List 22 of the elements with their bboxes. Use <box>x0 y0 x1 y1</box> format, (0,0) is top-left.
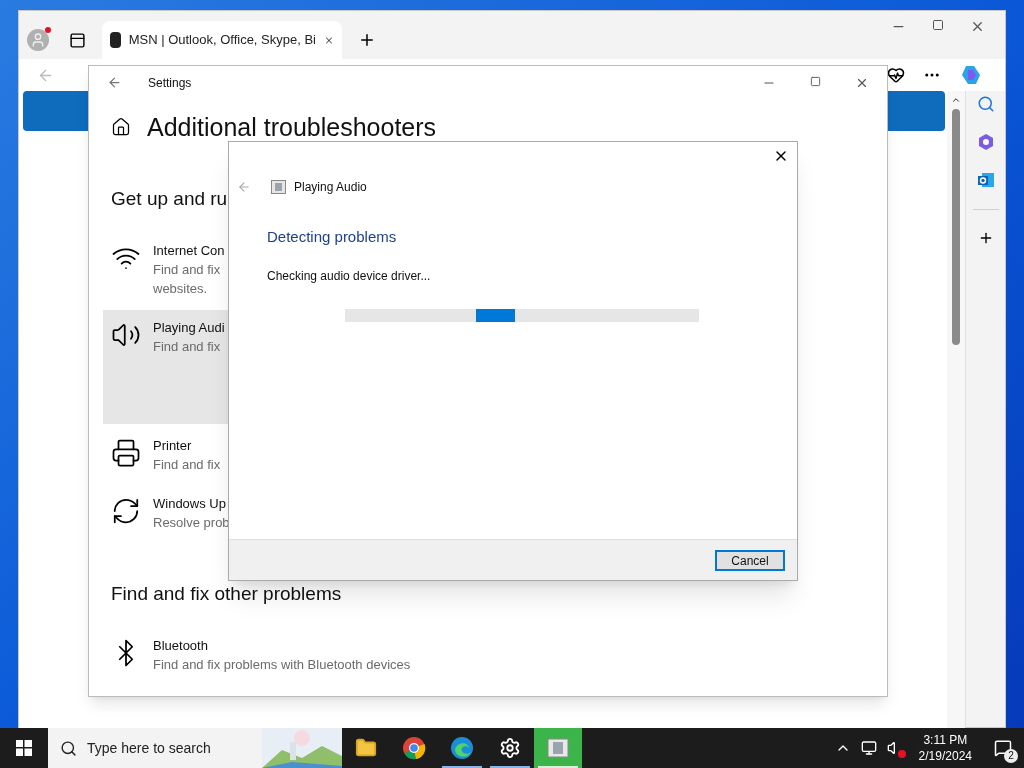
clock-date: 2/19/2024 <box>918 748 972 764</box>
item-description: websites. <box>153 280 209 298</box>
item-description: Find and fix problems with Bluetooth devices <box>153 656 411 674</box>
item-title: Playing Audi <box>153 319 225 337</box>
tab-title: MSN | Outlook, Office, Skype, Bi <box>128 31 316 50</box>
item-description: Find and fix <box>153 261 222 279</box>
clock-time: 3:11 PM <box>923 732 968 748</box>
notification-count: 2 <box>1004 749 1018 763</box>
status-text: Checking audio device driver... <box>267 267 432 285</box>
page-heading: Additional troubleshooters <box>147 113 437 141</box>
item-description: Find and fix <box>153 338 222 356</box>
dialog-heading: Detecting problems <box>267 227 398 247</box>
item-title: Printer <box>153 437 193 455</box>
window-title: Settings <box>148 74 192 92</box>
item-title: Internet Con <box>153 242 225 260</box>
section-heading: Find and fix other problems <box>111 582 342 606</box>
section-heading: Get up and ru <box>111 187 228 211</box>
item-title: Windows Up <box>153 495 227 513</box>
item-description: Find and fix <box>153 456 221 474</box>
item-title: Bluetooth <box>153 637 209 655</box>
dialog-title: Playing Audio <box>294 179 367 196</box>
search-placeholder: Type here to search <box>87 738 211 758</box>
